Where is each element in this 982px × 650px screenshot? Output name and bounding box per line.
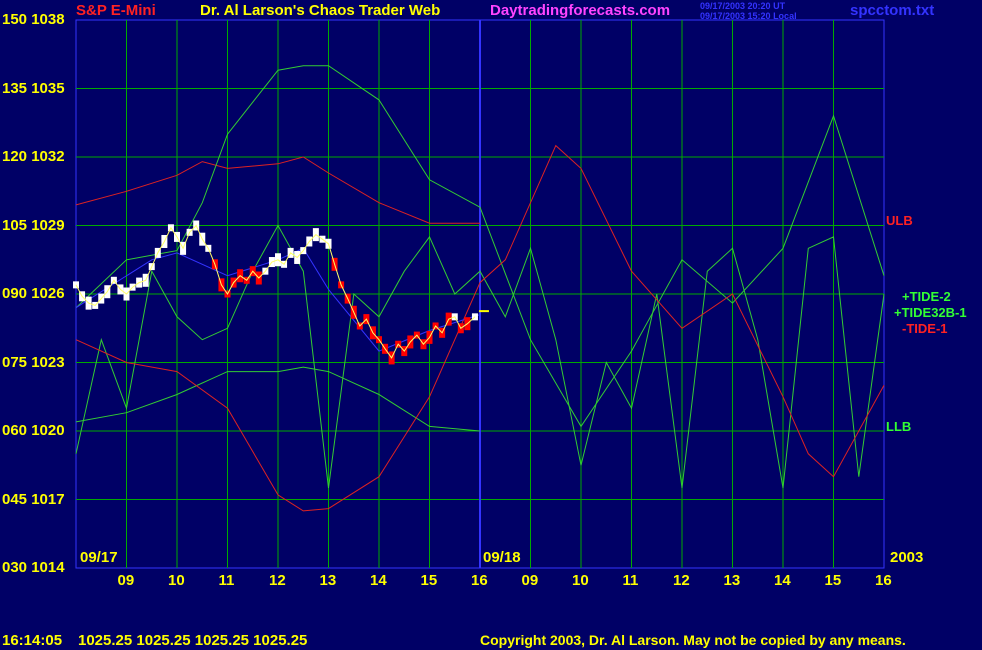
header-file: spcctom.txt xyxy=(850,2,935,19)
x-tick-label: 13 xyxy=(723,572,741,589)
header-time-ut: 09/17/2003 20:20 UT xyxy=(700,1,786,11)
x-tick-label: 14 xyxy=(774,572,791,589)
header-time-local: 09/17/2003 15:20 Local xyxy=(700,11,797,21)
label-tide1: -TIDE-1 xyxy=(902,321,948,336)
x-tick-label: 16 xyxy=(875,572,892,589)
price-bar-up xyxy=(73,281,79,289)
date-label-year: 2003 xyxy=(890,549,924,566)
x-tick-label: 12 xyxy=(673,572,690,589)
x-tick-label: 15 xyxy=(420,572,438,589)
x-tick-label: 09 xyxy=(521,572,539,589)
date-label-day1: 09/17 xyxy=(80,549,118,566)
x-tick-label: 16 xyxy=(471,572,488,589)
x-tick-label: 09 xyxy=(117,572,135,589)
y-tick-label: 120 1032 xyxy=(2,148,65,165)
x-tick-label: 14 xyxy=(370,572,387,589)
x-tick-label: 13 xyxy=(319,572,337,589)
label-tide2: +TIDE-2 xyxy=(902,289,951,304)
label-llb: LLB xyxy=(886,419,912,434)
footer-quotes: 1025.25 1025.25 1025.25 1025.25 xyxy=(78,632,308,649)
y-tick-label: 105 1029 xyxy=(2,216,65,234)
y-tick-label: 075 1023 xyxy=(2,353,65,371)
header-site: Daytradingforecasts.com xyxy=(490,2,671,19)
x-tick-label: 11 xyxy=(218,572,235,589)
x-tick-label: 10 xyxy=(168,572,185,589)
x-tick-label: 15 xyxy=(824,572,842,589)
y-tick-label: 045 1017 xyxy=(2,490,65,508)
label-ulb: ULB xyxy=(886,213,913,228)
header-author: Dr. Al Larson's Chaos Trader Web xyxy=(200,2,441,19)
y-tick-label: 060 1020 xyxy=(2,422,65,439)
y-tick-label: 030 1014 xyxy=(2,559,65,576)
x-tick-label: 11 xyxy=(622,572,639,589)
header-instrument: S&P E-Mini xyxy=(76,2,156,19)
footer-copyright: Copyright 2003, Dr. Al Larson. May not b… xyxy=(480,632,906,648)
date-label-day2: 09/18 xyxy=(483,549,521,566)
x-tick-label: 10 xyxy=(572,572,589,589)
x-tick-label: 12 xyxy=(269,572,286,589)
footer-time: 16:14:05 xyxy=(2,632,63,649)
y-tick-label: 090 1026 xyxy=(2,285,65,302)
y-tick-label: 150 1038 xyxy=(2,11,65,28)
y-tick-label: 135 1035 xyxy=(2,79,65,97)
label-tide32b: +TIDE32B-1 xyxy=(894,305,967,320)
